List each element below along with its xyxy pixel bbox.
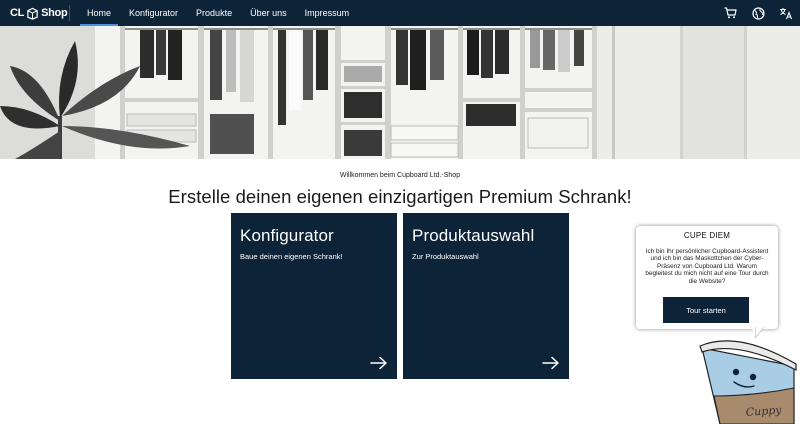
arrow-right-icon	[542, 356, 559, 370]
nav-icons	[710, 5, 794, 21]
logo-text-left: CL	[10, 7, 25, 19]
produktauswahl-card[interactable]: Produktauswahl Zur Produktauswahl	[403, 213, 569, 379]
nav-link-impressum[interactable]: Impressum	[296, 0, 359, 26]
mascot-speech-bubble: CUPE DIEM Ich bin Ihr persönlicher Cupbo…	[636, 226, 778, 329]
konfigurator-card[interactable]: Konfigurator Baue deinen eigenen Schrank…	[231, 213, 397, 379]
shop-logo[interactable]: CL Shop	[10, 5, 68, 21]
page-headline: Erstelle deinen eigenen einzigartigen Pr…	[168, 186, 632, 207]
cuppy-mascot[interactable]: Cuppy	[698, 326, 798, 424]
arrow-right-icon	[370, 356, 387, 370]
card-subtitle: Baue deinen eigenen Schrank!	[240, 252, 343, 261]
nav-link-home[interactable]: Home	[78, 0, 120, 26]
nav-link-ueber-uns[interactable]: Über uns	[241, 0, 296, 26]
card-title: Produktauswahl	[412, 226, 535, 245]
hero-wardrobe-image	[0, 26, 800, 159]
mascot-message: Ich bin Ihr persönlicher Cupboard-Assist…	[645, 248, 769, 285]
nav-link-konfigurator[interactable]: Konfigurator	[120, 0, 187, 26]
start-tour-button[interactable]: Tour starten	[663, 297, 749, 323]
cube-logo-icon	[27, 7, 38, 20]
logo-text-right: Shop	[41, 7, 68, 19]
globe-icon[interactable]	[750, 5, 766, 21]
card-title: Konfigurator	[240, 226, 334, 245]
cart-icon[interactable]	[722, 5, 738, 21]
nav-link-produkte[interactable]: Produkte	[187, 0, 241, 26]
top-navbar: CL Shop Home Konfigurator Produkte Über …	[0, 0, 800, 26]
welcome-text: Willkommen beim Cupboard Ltd.-Shop	[339, 172, 461, 179]
nav-divider	[69, 5, 70, 21]
cup-label: Cuppy	[745, 403, 782, 419]
translate-icon[interactable]	[778, 5, 794, 21]
nav-links: Home Konfigurator Produkte Über uns Impr…	[78, 0, 358, 26]
mascot-title: CUPE DIEM	[683, 231, 731, 240]
card-subtitle: Zur Produktauswahl	[412, 252, 479, 261]
